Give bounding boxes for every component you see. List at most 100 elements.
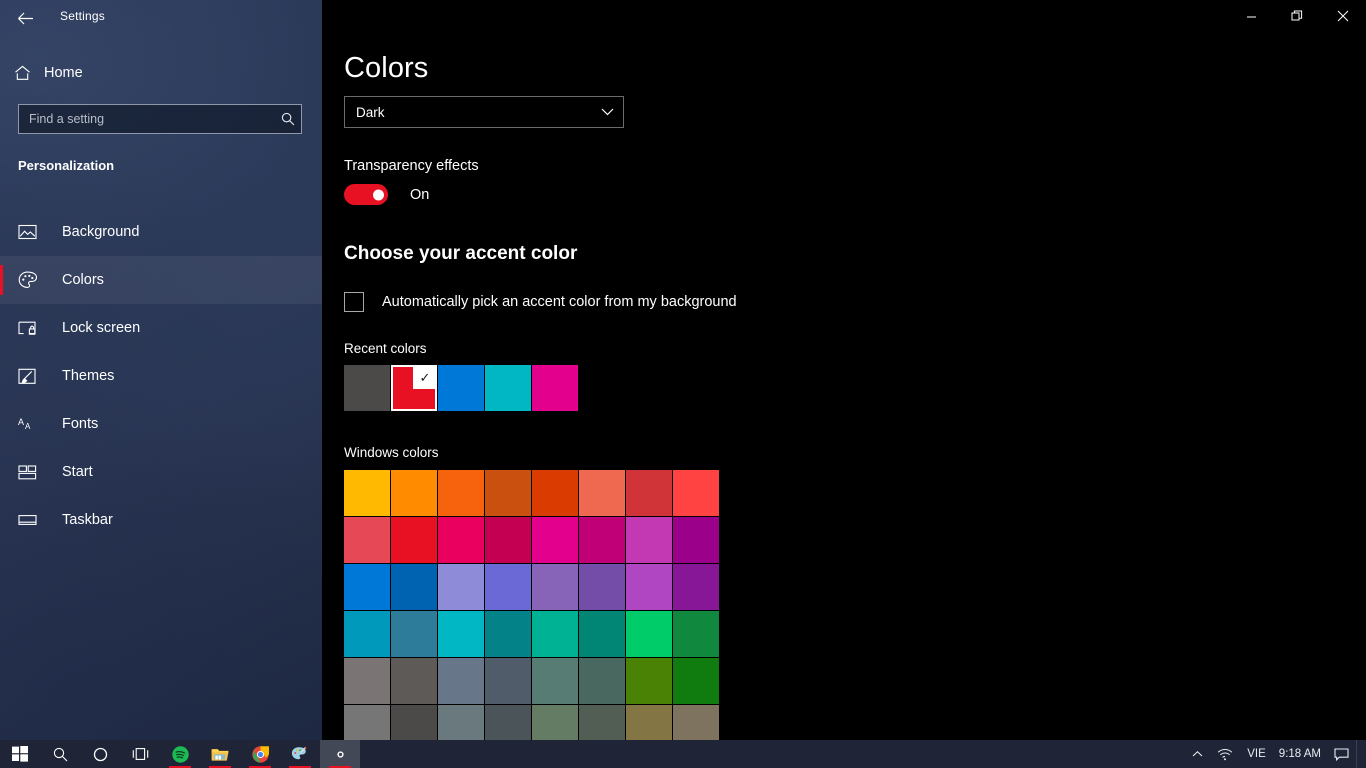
- windows-color-swatch[interactable]: [344, 564, 390, 610]
- settings-button[interactable]: [320, 740, 360, 768]
- search-input[interactable]: [19, 112, 275, 126]
- auto-accent-checkbox[interactable]: [344, 292, 364, 312]
- windows-color-swatch[interactable]: [344, 658, 390, 704]
- windows-color-swatch[interactable]: [532, 611, 578, 657]
- windows-color-swatch[interactable]: [579, 658, 625, 704]
- search-container: [18, 104, 302, 134]
- windows-color-swatch[interactable]: [532, 470, 578, 516]
- search-icon[interactable]: [275, 112, 301, 126]
- cortana-icon: [93, 747, 108, 762]
- tray-overflow-button[interactable]: [1185, 740, 1210, 768]
- task-view-button[interactable]: [120, 740, 160, 768]
- sidebar-item-themes[interactable]: Themes: [0, 352, 322, 400]
- sidebar-item-home[interactable]: Home: [0, 58, 322, 88]
- transparency-toggle[interactable]: [344, 184, 388, 205]
- minimize-button[interactable]: [1228, 0, 1274, 32]
- sidebar-item-lock-screen[interactable]: Lock screen: [0, 304, 322, 352]
- sidebar-label-taskbar: Taskbar: [62, 512, 113, 528]
- paint-button[interactable]: [280, 740, 320, 768]
- check-icon: ✓: [413, 365, 437, 389]
- recent-colors-grid: ✓: [344, 365, 578, 411]
- sidebar-item-fonts[interactable]: A A Fonts: [0, 400, 322, 448]
- sidebar: Settings Home Personalization: [0, 0, 322, 740]
- search-button[interactable]: [40, 740, 80, 768]
- windows-color-swatch[interactable]: [438, 564, 484, 610]
- tray-language[interactable]: VIE: [1240, 740, 1273, 768]
- chrome-button[interactable]: [240, 740, 280, 768]
- windows-color-swatch[interactable]: [391, 611, 437, 657]
- recent-color-swatch[interactable]: [532, 365, 578, 411]
- sidebar-item-start[interactable]: Start: [0, 448, 322, 496]
- recent-color-swatch[interactable]: ✓: [391, 365, 437, 411]
- windows-color-swatch[interactable]: [626, 658, 672, 704]
- restore-button[interactable]: [1274, 0, 1320, 32]
- windows-color-swatch[interactable]: [485, 470, 531, 516]
- recent-color-swatch[interactable]: [438, 365, 484, 411]
- taskbar-icon: [18, 508, 48, 532]
- spotify-button[interactable]: [160, 740, 200, 768]
- windows-color-swatch[interactable]: [626, 564, 672, 610]
- back-arrow-icon[interactable]: [8, 4, 42, 32]
- auto-accent-row[interactable]: Automatically pick an accent color from …: [344, 292, 737, 312]
- settings-window: Settings Home Personalization: [0, 0, 1366, 768]
- windows-color-swatch[interactable]: [673, 658, 719, 704]
- home-icon: [0, 65, 44, 81]
- sidebar-nav: Background Colors Lock screen Themes A A…: [0, 208, 322, 544]
- windows-color-swatch[interactable]: [344, 611, 390, 657]
- brush-icon: [18, 364, 48, 388]
- windows-color-swatch[interactable]: [485, 564, 531, 610]
- windows-color-swatch[interactable]: [485, 658, 531, 704]
- windows-color-swatch[interactable]: [673, 517, 719, 563]
- windows-color-swatch[interactable]: [391, 470, 437, 516]
- windows-color-swatch[interactable]: [532, 517, 578, 563]
- windows-color-swatch[interactable]: [579, 470, 625, 516]
- windows-color-swatch[interactable]: [579, 564, 625, 610]
- windows-color-swatch[interactable]: [579, 611, 625, 657]
- color-mode-value: Dark: [356, 104, 385, 120]
- windows-color-swatch[interactable]: [673, 611, 719, 657]
- cortana-button[interactable]: [80, 740, 120, 768]
- windows-color-swatch[interactable]: [391, 658, 437, 704]
- windows-color-swatch[interactable]: [438, 470, 484, 516]
- windows-color-swatch[interactable]: [438, 611, 484, 657]
- windows-color-swatch[interactable]: [391, 564, 437, 610]
- windows-color-swatch[interactable]: [438, 658, 484, 704]
- windows-color-swatch[interactable]: [532, 658, 578, 704]
- window-controls: [1228, 0, 1366, 32]
- windows-color-swatch[interactable]: [344, 517, 390, 563]
- windows-color-swatch[interactable]: [532, 564, 578, 610]
- sidebar-item-colors[interactable]: Colors: [0, 256, 322, 304]
- windows-color-swatch[interactable]: [344, 470, 390, 516]
- spotify-icon: [171, 745, 189, 763]
- show-desktop-button[interactable]: [1356, 740, 1362, 768]
- sidebar-label-lock-screen: Lock screen: [62, 320, 141, 336]
- sidebar-item-background[interactable]: Background: [0, 208, 322, 256]
- notification-icon[interactable]: [1327, 740, 1356, 768]
- sidebar-label-start: Start: [62, 464, 93, 480]
- windows-color-swatch[interactable]: [626, 611, 672, 657]
- recent-color-swatch[interactable]: [344, 365, 390, 411]
- auto-accent-label: Automatically pick an accent color from …: [382, 294, 737, 310]
- sidebar-label-fonts: Fonts: [62, 416, 99, 432]
- windows-color-swatch[interactable]: [485, 611, 531, 657]
- explorer-button[interactable]: [200, 740, 240, 768]
- windows-color-swatch[interactable]: [673, 564, 719, 610]
- windows-color-swatch[interactable]: [626, 470, 672, 516]
- sidebar-item-taskbar[interactable]: Taskbar: [0, 496, 322, 544]
- recent-color-swatch[interactable]: [485, 365, 531, 411]
- windows-color-swatch[interactable]: [391, 517, 437, 563]
- windows-color-swatch[interactable]: [438, 517, 484, 563]
- page-title: Colors: [344, 52, 429, 84]
- close-button[interactable]: [1320, 0, 1366, 32]
- start-button[interactable]: [0, 740, 40, 768]
- windows-color-swatch[interactable]: [673, 470, 719, 516]
- windows-color-swatch[interactable]: [485, 517, 531, 563]
- color-mode-dropdown[interactable]: Dark: [344, 96, 624, 128]
- wifi-icon[interactable]: [1210, 740, 1240, 768]
- windows-color-swatch[interactable]: [579, 517, 625, 563]
- sidebar-home-label: Home: [44, 65, 83, 81]
- tray-clock[interactable]: 9:18 AM: [1273, 748, 1327, 760]
- main-content: Colors Dark Transparency effects On Choo…: [322, 0, 1366, 751]
- windows-color-swatch[interactable]: [626, 517, 672, 563]
- window-title: Settings: [60, 9, 105, 23]
